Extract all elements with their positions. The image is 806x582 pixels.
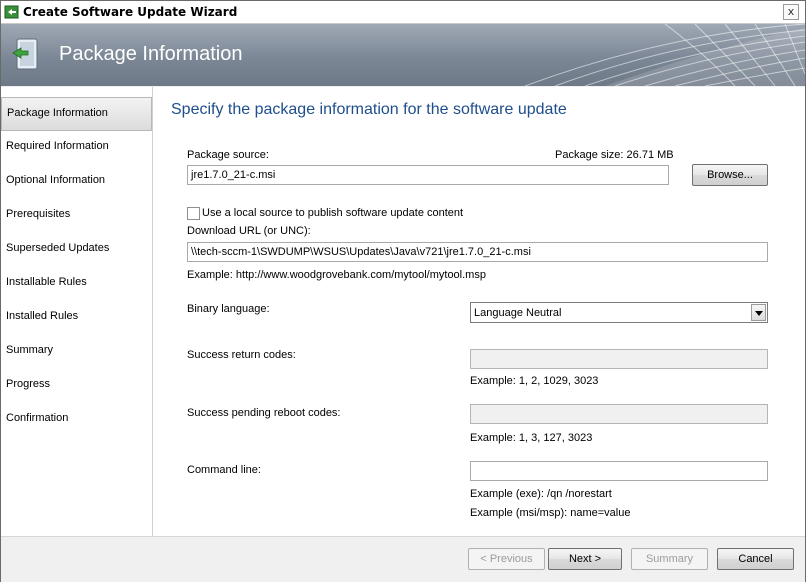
nav-item-progress[interactable]: Progress xyxy=(1,369,151,401)
browse-button[interactable]: Browse... xyxy=(692,164,768,186)
chevron-down-icon[interactable] xyxy=(751,304,766,321)
banner-decoration xyxy=(524,24,805,86)
nav-item-confirmation[interactable]: Confirmation xyxy=(1,403,151,435)
cancel-button[interactable]: Cancel xyxy=(717,548,794,570)
command-line-example-msi: Example (msi/msp): name=value xyxy=(470,507,631,519)
pending-reboot-codes-label: Success pending reboot codes: xyxy=(187,407,341,419)
nav-item-label: Prerequisites xyxy=(6,208,71,220)
binary-language-value: Language Neutral xyxy=(474,307,562,319)
close-button[interactable]: x xyxy=(783,4,799,20)
nav-item-prerequisites[interactable]: Prerequisites xyxy=(1,199,151,231)
command-line-example-exe: Example (exe): /qn /norestart xyxy=(470,488,612,500)
next-button[interactable]: Next > xyxy=(548,548,622,570)
nav-item-label: Installable Rules xyxy=(6,276,87,288)
nav-item-label: Progress xyxy=(6,378,51,390)
package-icon xyxy=(12,38,38,70)
download-url-label: Download URL (or UNC): xyxy=(187,225,311,237)
download-url-example: Example: http://www.woodgrovebank.com/my… xyxy=(187,269,486,281)
nav-item-optional-information[interactable]: Optional Information xyxy=(1,165,151,197)
title-bar: Create Software Update Wizard x xyxy=(1,1,805,24)
pending-reboot-codes-example: Example: 1, 3, 127, 3023 xyxy=(470,432,593,444)
nav-item-label: Confirmation xyxy=(6,412,69,424)
main-panel: Specify the package information for the … xyxy=(153,87,805,536)
summary-button[interactable]: Summary xyxy=(631,548,708,570)
success-return-codes-label: Success return codes: xyxy=(187,349,296,361)
nav-item-installed-rules[interactable]: Installed Rules xyxy=(1,301,151,333)
nav-item-installable-rules[interactable]: Installable Rules xyxy=(1,267,151,299)
previous-button[interactable]: < Previous xyxy=(468,548,545,570)
package-size-label: Package size: 26.71 MB xyxy=(555,149,674,161)
wizard-window: Create Software Update Wizard x Package … xyxy=(0,0,806,582)
success-return-codes-example: Example: 1, 2, 1029, 3023 xyxy=(470,375,599,387)
wizard-footer: < Previous Next > Summary Cancel xyxy=(1,536,805,582)
banner-title: Package Information xyxy=(59,43,243,65)
page-heading: Specify the package information for the … xyxy=(171,101,567,118)
nav-item-summary[interactable]: Summary xyxy=(1,335,151,367)
local-source-checkbox[interactable] xyxy=(187,207,200,220)
window-title: Create Software Update Wizard xyxy=(23,5,238,19)
close-icon: x xyxy=(787,5,795,18)
command-line-label: Command line: xyxy=(187,464,261,476)
package-source-label: Package source: xyxy=(187,149,269,161)
nav-item-superseded-updates[interactable]: Superseded Updates xyxy=(1,233,151,265)
package-source-input[interactable]: jre1.7.0_21-c.msi xyxy=(187,165,669,185)
binary-language-label: Binary language: xyxy=(187,303,270,315)
nav-item-required-information[interactable]: Required Information xyxy=(1,131,151,163)
nav-item-label: Superseded Updates xyxy=(6,242,110,254)
nav-item-label: Required Information xyxy=(6,140,109,152)
nav-item-package-information[interactable]: Package Information xyxy=(1,97,152,131)
header-banner: Package Information xyxy=(1,24,805,86)
binary-language-select[interactable]: Language Neutral xyxy=(470,302,768,323)
success-return-codes-input[interactable] xyxy=(470,349,768,369)
nav-item-label: Summary xyxy=(6,344,54,356)
wizard-steps-nav: Package Information Required Information… xyxy=(1,87,153,536)
nav-item-label: Package Information xyxy=(7,107,108,119)
download-url-input[interactable]: \\tech-sccm-1\SWDUMP\WSUS\Updates\Java\v… xyxy=(187,242,768,262)
nav-item-label: Optional Information xyxy=(6,174,106,186)
wizard-app-icon xyxy=(4,5,19,19)
nav-item-label: Installed Rules xyxy=(6,310,79,322)
command-line-input[interactable] xyxy=(470,461,768,481)
local-source-label: Use a local source to publish software u… xyxy=(202,207,464,219)
pending-reboot-codes-input[interactable] xyxy=(470,404,768,424)
